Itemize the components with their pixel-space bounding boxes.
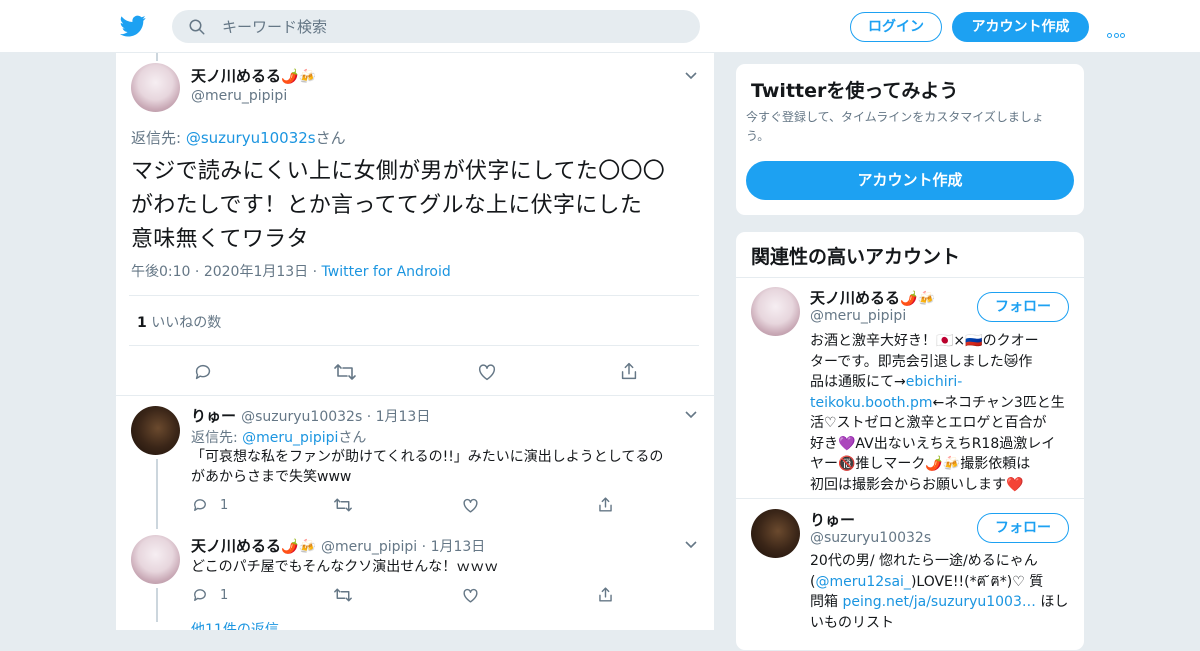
author-name[interactable]: 天ノ川めるる [191,537,281,555]
avatar[interactable] [131,63,180,112]
likes-count: 1 [137,315,147,331]
search-input[interactable] [222,10,682,43]
signup-card-button[interactable]: アカウント作成 [746,161,1074,200]
bio-link[interactable]: ebichiri- [906,374,963,390]
avatar[interactable] [751,287,800,336]
tweet-text: どこのパチ屋でもそんなクソ演出せんな！ｗｗｗ [191,559,499,575]
author-name: 天ノ川めるる [191,67,282,85]
thread-connector-line [156,459,158,529]
author-name-emoji: 🌶️🍻 [281,69,316,85]
share-icon[interactable] [596,585,615,604]
bio-link[interactable]: teikoku.booth.pm [810,395,933,411]
divider [736,277,1084,278]
follow-button[interactable]: フォロー [977,292,1069,322]
tweet-text: 「可哀想な私をファンが助けてくれるの!!」みたいに演出しようとしてるの があから… [191,449,664,485]
related-accounts-title: 関連性の高いアカウント [751,246,961,268]
login-button[interactable]: ログイン [850,12,942,42]
retweet-icon[interactable] [333,361,357,383]
reply-to-link[interactable]: @meru_pipipi [242,430,338,446]
reply-to-link[interactable]: @suzuryu10032s [186,129,316,147]
reply-icon[interactable] [192,361,214,383]
reply-icon [194,499,206,511]
more-options-icon[interactable] [1107,23,1131,38]
like-icon[interactable] [461,586,480,605]
related-accounts-card: 関連性の高いアカウント 天ノ川めるる🌶️🍻 @meru_pipipi フォロー … [735,231,1085,651]
reply-header: 天ノ川めるる🌶️🍻 @meru_pipipi · 1月13日 [191,537,486,555]
tweet-metadata: 午後0:10 · 2020年1月13日 · Twitter for Androi… [131,264,451,280]
account-handle: @meru_pipipi [810,308,907,324]
reply-icon [194,589,206,601]
author-handle[interactable]: @suzuryu10032s [241,409,362,425]
tweet-source[interactable]: Twitter for Android [322,264,451,280]
signup-button[interactable]: アカウント作成 [952,12,1089,42]
reply-count: 1 [220,497,229,513]
retweet-icon[interactable] [333,586,353,604]
avatar[interactable] [131,535,180,584]
chevron-down-icon[interactable] [684,71,698,81]
author-handle[interactable]: @meru_pipipi [321,539,417,555]
tweet-text: マジで読みにくい上に女側が男が伏字にしてた〇〇〇 がわたしです！とか言っててグル… [131,159,666,252]
tweet-author[interactable]: 天ノ川めるる🌶️🍻 [191,65,316,86]
likes-stat[interactable]: 1 いいねの数 [137,312,221,332]
divider [116,395,714,396]
top-navigation-bar: ログイン アカウント作成 [0,0,1200,53]
reply-button[interactable]: 1 [191,586,228,604]
tweet-time[interactable]: 午後0:10 [131,264,190,280]
avatar[interactable] [131,406,180,455]
signup-card: Twitterを使ってみよう 今すぐ登録して、タイムラインをカスタマイズしましょ… [735,63,1085,216]
account-handle: @suzuryu10032s [810,530,932,546]
share-icon[interactable] [618,360,640,382]
tweet-column: 天ノ川めるる🌶️🍻 @meru_pipipi 返信先: @suzuryu1003… [115,53,715,630]
thread-connector-line [156,588,158,622]
chevron-down-icon[interactable] [684,540,698,550]
twitter-logo-icon[interactable] [120,13,146,39]
likes-label: いいねの数 [151,315,222,331]
show-more-replies-link[interactable]: 他11件の返信 [191,619,279,630]
account-name[interactable]: りゅー [810,509,855,530]
divider [129,345,699,346]
thread-connector-line [156,53,158,61]
account-bio: 20代の男/ 惚れたら一途/めるにゃん (@meru12sai_)LOVE!!(… [810,553,1069,631]
search-box[interactable] [172,10,700,43]
tweet-date[interactable]: 2020年1月13日 [204,264,308,280]
reply-context: 返信先: @suzuryu10032sさん [131,129,346,147]
author-name[interactable]: りゅー [191,407,236,425]
share-icon[interactable] [596,495,615,514]
retweet-icon[interactable] [333,496,353,514]
like-icon[interactable] [461,496,480,515]
account-name[interactable]: 天ノ川めるる [810,289,900,307]
like-icon[interactable] [476,361,498,383]
signup-card-title: Twitterを使ってみよう [751,80,959,102]
reply-header: りゅー @suzuryu10032s · 1月13日 [191,407,431,425]
bio-link[interactable]: @meru12sai_ [815,574,910,590]
author-handle: @meru_pipipi [191,88,288,104]
search-icon [189,19,205,35]
avatar[interactable] [751,509,800,558]
tweet-date[interactable]: 1月13日 [376,409,431,425]
signup-card-description: 今すぐ登録して、タイムラインをカスタマイズしましょ う。 [746,110,1044,143]
chevron-down-icon[interactable] [684,410,698,420]
follow-button[interactable]: フォロー [977,513,1069,543]
tweet-date[interactable]: 1月13日 [431,539,486,555]
divider [129,295,699,296]
reply-button[interactable]: 1 [191,496,228,514]
reply-count: 1 [220,587,229,603]
divider [736,498,1084,499]
account-bio: お酒と激辛大好き！🇯🇵×🇷🇺のクオー ターです。即売会引退しました😿作 品は通販… [810,333,1065,493]
reply-context: 返信先: @meru_pipipiさん [191,430,367,446]
bio-link[interactable]: peing.net/ja/suzuryu1003… [842,594,1035,610]
